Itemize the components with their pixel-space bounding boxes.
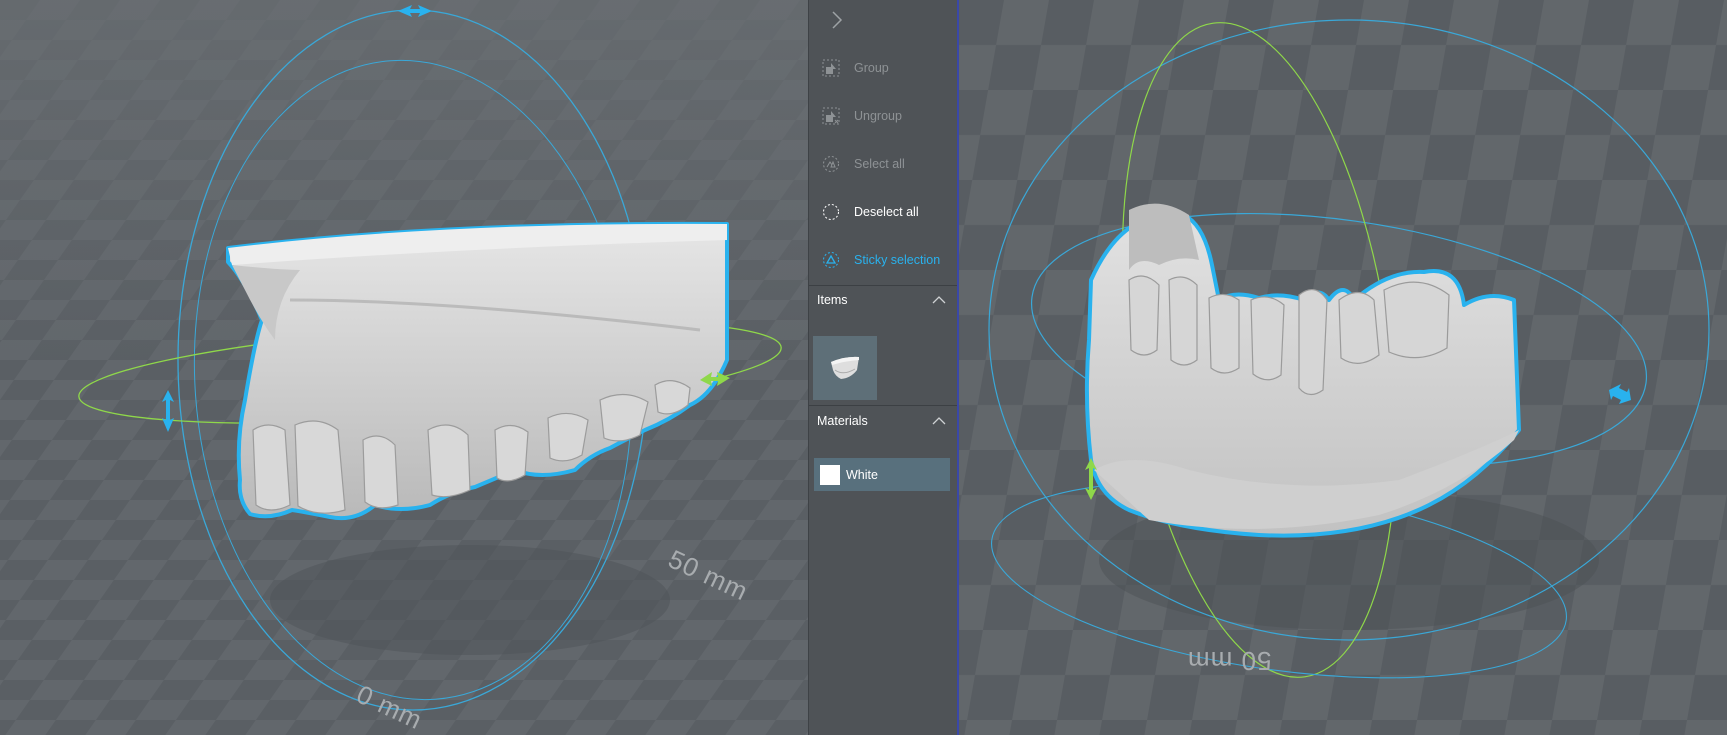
deselect-all-icon xyxy=(823,204,839,220)
select-all-icon xyxy=(823,156,839,172)
material-name: White xyxy=(846,467,878,482)
chevron-up-icon[interactable] xyxy=(932,295,946,305)
ungroup-button[interactable]: Ungroup xyxy=(809,96,958,136)
group-label: Group xyxy=(854,61,889,75)
side-panel: Group Ungroup Select all Deselect all St… xyxy=(808,0,958,735)
items-title: Items xyxy=(817,293,848,307)
sticky-selection-icon xyxy=(823,252,839,268)
items-section-header[interactable]: Items xyxy=(809,285,958,315)
sticky-selection-button[interactable]: Sticky selection xyxy=(809,240,958,280)
materials-section-header[interactable]: Materials xyxy=(809,406,958,436)
ruler-label-50mm: 50 mm xyxy=(1187,646,1272,676)
group-button[interactable]: Group xyxy=(809,48,958,88)
scene-right[interactable] xyxy=(959,0,1727,735)
chevron-up-icon[interactable] xyxy=(932,416,946,426)
select-all-button[interactable]: Select all xyxy=(809,144,958,184)
viewport-right[interactable]: 50 mm 105 xyxy=(957,0,1727,735)
deselect-all-button[interactable]: Deselect all xyxy=(809,192,958,232)
ungroup-label: Ungroup xyxy=(854,109,902,123)
chevron-right-icon[interactable] xyxy=(825,8,849,32)
deselect-all-label: Deselect all xyxy=(854,205,919,219)
materials-title: Materials xyxy=(817,414,868,428)
viewport-left[interactable]: 50 mm 0 mm xyxy=(0,0,808,735)
select-all-label: Select all xyxy=(854,157,905,171)
group-icon xyxy=(822,59,840,77)
material-item-white[interactable]: White xyxy=(814,458,950,491)
material-swatch xyxy=(820,464,840,485)
scene-left[interactable] xyxy=(0,0,808,735)
model-shadow xyxy=(270,545,670,655)
item-thumbnail[interactable] xyxy=(813,336,877,400)
sticky-selection-label: Sticky selection xyxy=(854,253,941,267)
dental-model-thumbnail-icon xyxy=(831,356,859,379)
ungroup-icon xyxy=(822,107,840,125)
